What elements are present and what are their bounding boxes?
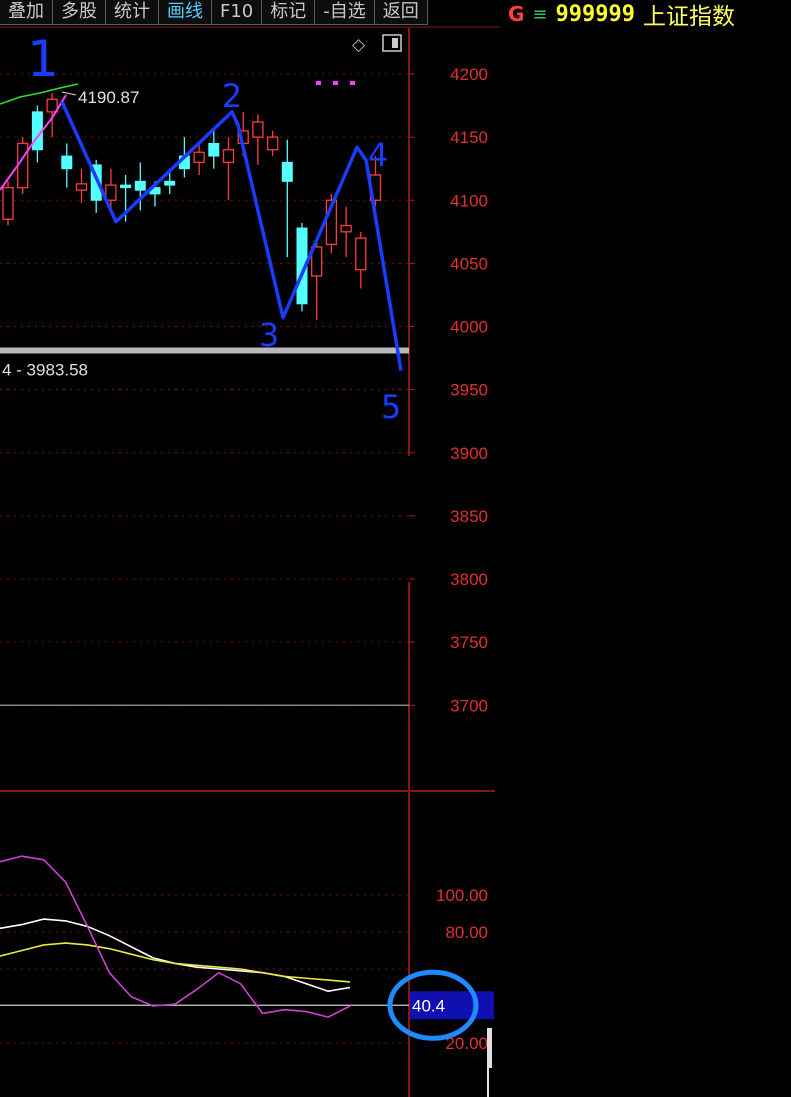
price-tick-label-0: 4200 bbox=[450, 65, 488, 84]
price-tick-label-4: 4000 bbox=[450, 318, 488, 337]
support-line bbox=[0, 347, 409, 354]
marker-dot-1 bbox=[333, 81, 338, 85]
marker-dot-2 bbox=[350, 81, 355, 85]
wave-label-1: 1 bbox=[27, 30, 59, 88]
wave-label-2: 2 bbox=[222, 77, 242, 115]
price-tick-label-9: 3750 bbox=[450, 633, 488, 652]
scroll-handle[interactable] bbox=[487, 1028, 492, 1068]
osc-tick-label-1: 80.00 bbox=[445, 923, 488, 942]
price-tick-label-1: 4150 bbox=[450, 128, 488, 147]
candle-17 bbox=[252, 114, 264, 165]
high-price-label: 4190.87 bbox=[78, 88, 139, 107]
price-tick-label-3: 4050 bbox=[450, 254, 488, 273]
candle-21 bbox=[311, 240, 323, 321]
scroll-handle-stem bbox=[487, 1068, 489, 1097]
diamond-icon[interactable]: ◇ bbox=[352, 35, 366, 55]
price-tick-label-5: 3950 bbox=[450, 381, 488, 400]
candle-24 bbox=[355, 231, 367, 289]
candle-19 bbox=[281, 139, 293, 258]
marker-dot-0 bbox=[316, 81, 321, 85]
candle-23 bbox=[340, 206, 352, 258]
candle-1 bbox=[17, 137, 29, 194]
candle-15 bbox=[222, 137, 235, 201]
price-tick-label-7: 3850 bbox=[450, 507, 488, 526]
candle-14 bbox=[208, 130, 220, 169]
candle-3 bbox=[46, 92, 58, 138]
candle-5 bbox=[75, 168, 88, 203]
osc-series-white bbox=[0, 918, 351, 993]
osc-tick-label-0: 100.00 bbox=[436, 886, 488, 905]
osc-series-yellow bbox=[0, 942, 351, 983]
price-tick-label-10: 3700 bbox=[450, 696, 488, 715]
candle-0 bbox=[2, 181, 14, 226]
wave-label-3: 3 bbox=[259, 316, 279, 354]
candle-18 bbox=[266, 130, 279, 157]
chart-area: ◇ 4200 4150 4100 4050 4000 3950 3900 3850 3800 375… bbox=[0, 26, 500, 1097]
wave-label-4: 4 bbox=[368, 136, 388, 174]
osc-series-magenta bbox=[0, 855, 351, 1018]
high-pointer bbox=[61, 91, 77, 96]
wave-annotation-line bbox=[60, 101, 403, 371]
current-value-label: 40.4 bbox=[412, 996, 445, 1015]
price-tick-label-6: 3900 bbox=[450, 444, 488, 463]
wave-label-5: 5 bbox=[381, 388, 401, 426]
price-tick-label-2: 4100 bbox=[450, 191, 488, 210]
candle-4 bbox=[61, 143, 73, 188]
low-price-label: 4 - 3983.58 bbox=[2, 360, 88, 379]
panel-toggle-icon[interactable] bbox=[382, 34, 402, 52]
price-tick-label-8: 3800 bbox=[450, 570, 488, 589]
